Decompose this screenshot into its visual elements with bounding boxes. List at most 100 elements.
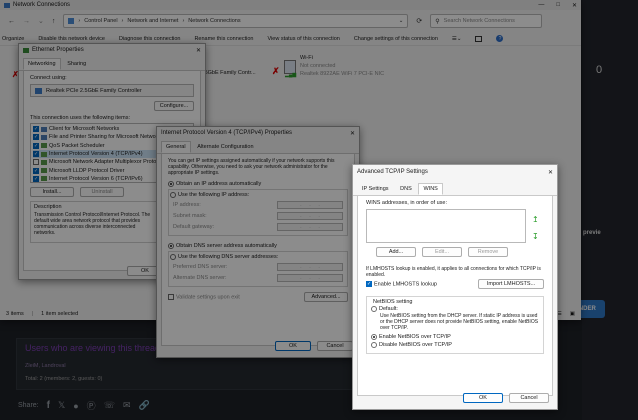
netbios-default-desc: Use NetBIOS setting from the DHCP server… [380,313,539,331]
explorer-title: Network Connections [13,2,71,8]
address-bar[interactable]: › Control Panel › Network and Internet ›… [63,14,409,28]
wifi-adapter[interactable]: ✗ ▂▄▆ Wi-Fi Not connected Realtek 8922AE… [272,54,384,78]
wifi-name: Wi-Fi [300,55,313,61]
alternate-dns-field[interactable]: . . . [277,273,343,282]
minimize-icon[interactable]: — [538,2,544,8]
ethernet-close-icon[interactable]: ✕ [196,47,201,54]
validate-checkbox[interactable]: Validate settings upon exit [168,293,240,300]
control-panel-icon [68,18,75,24]
help-icon[interactable]: ? [496,35,504,42]
tab-sharing[interactable]: Sharing [62,58,91,70]
wifi-device: Realtek 8922AE WiFi 7 PCI-E NIC [300,71,385,77]
whatsapp-icon[interactable]: ☏ [104,400,115,411]
maximize-icon[interactable]: □ [556,2,560,8]
enable-lmhosts-checkbox[interactable]: ✓ Enable LMHOSTS lookup [366,280,437,287]
move-down-icon[interactable]: ↧ [532,232,539,241]
breadcrumb-control-panel[interactable]: Control Panel [84,18,117,24]
configure-button[interactable]: Configure... [154,101,194,111]
tab-ip-settings[interactable]: IP Settings [357,183,394,195]
forward-icon[interactable]: → [23,18,30,25]
component-checkbox[interactable]: ✓ [33,167,39,174]
import-lmhosts-button[interactable]: Import LMHOSTS... [478,279,544,289]
wins-edit-button[interactable]: Edit... [422,247,462,257]
close-icon[interactable]: ✕ [572,2,577,9]
radio-manual-dns[interactable]: Use the following DNS server addresses: [170,253,343,261]
component-checkbox[interactable]: ✓ [33,151,39,158]
reddit-icon[interactable]: ● [73,401,78,411]
wins-add-button[interactable]: Add... [376,247,416,257]
address-dropdown-icon[interactable]: ⌄ [399,18,404,24]
pinterest-icon[interactable]: Ⓟ [87,399,96,412]
up-icon[interactable]: ↑ [52,18,56,25]
component-checkbox[interactable]: ✓ [33,126,39,133]
disable-device-button[interactable]: Disable this network device [38,36,105,42]
facebook-icon[interactable]: f [47,400,50,411]
component-checkbox[interactable]: ✓ [33,142,39,149]
radio-netbios-default[interactable]: Default: [371,305,539,313]
tiles-view-icon[interactable]: ▣ [570,311,575,317]
adv-ok-button[interactable]: OK [463,393,503,403]
description-text: Transmission Control Protocol/Internet P… [34,212,151,236]
install-button[interactable]: Install... [30,187,74,197]
organize-button[interactable]: Organize [2,36,24,42]
tab-general[interactable]: General [161,141,191,153]
uninstall-button[interactable]: Uninstall [80,187,124,197]
gateway-row: Default gateway: . . . [173,221,343,232]
component-label: Client for Microsoft Networks [49,126,120,133]
radio-manual-ip[interactable]: Use the following IP address: [170,191,343,199]
rename-button[interactable]: Rename this connection [194,36,253,42]
move-up-icon[interactable]: ↥ [532,215,539,224]
adapter-partial[interactable]: 2.5GbE Family Contr... [200,70,256,76]
radio-auto-dns[interactable]: Obtain DNS server address automatically [168,242,348,250]
tab-wins[interactable]: WINS [418,183,443,195]
refresh-icon[interactable]: ⟳ [416,17,422,25]
advanced-button[interactable]: Advanced... [304,292,348,302]
preview-pane-icon[interactable] [475,35,483,42]
ipv4-ok-button[interactable]: OK [275,341,311,351]
radio-netbios-disable[interactable]: Disable NetBIOS over TCP/IP [371,341,539,349]
ip-address-field[interactable]: . . . [277,200,343,209]
subnet-field[interactable]: . . . [277,211,343,220]
tab-networking[interactable]: Networking [23,58,61,70]
link-icon[interactable]: 🔗 [139,400,150,411]
breadcrumb-network-internet[interactable]: Network and Internet [127,18,178,24]
view-status-button[interactable]: View status of this connection [267,36,339,42]
forum-right-number: 0 [596,64,603,76]
adv-cancel-button[interactable]: Cancel [509,393,549,403]
gateway-field[interactable]: . . . [277,222,343,231]
diagnose-button[interactable]: Diagnose this connection [119,36,180,42]
viewers-heading: Users who are viewing this thread [25,343,161,353]
component-checkbox[interactable] [33,159,39,166]
forum-preview-link[interactable]: previe [583,230,601,236]
ipv4-cancel-button[interactable]: Cancel [317,341,353,351]
tab-dns[interactable]: DNS [395,183,417,195]
radio-auto-ip[interactable]: Obtain an IP address automatically [168,180,348,188]
netbios-group: NetBIOS setting Default: Use NetBIOS set… [366,296,544,354]
component-label: File and Printer Sharing for Microsoft N… [49,134,156,141]
search-box[interactable]: ⚲ Search Network Connections [430,14,543,28]
ipv4-close-icon[interactable]: ✕ [350,130,355,137]
wifi-status: Not connected [300,63,336,69]
ethernet-adapter-label: 2.5GbE Family Contr... [200,70,256,76]
wins-address-list[interactable] [366,209,526,243]
viewers-list[interactable]: ZleiM, Landroval [25,363,66,369]
component-label: Microsoft LLDP Protocol Driver [49,167,125,174]
email-icon[interactable]: ✉ [123,400,131,411]
twitter-icon[interactable]: 𝕏 [58,400,65,411]
ipv4-properties-dialog: Internet Protocol Version 4 (TCP/IPv4) P… [156,126,360,358]
ip-address-label: IP address: [173,201,201,208]
chevron-down-icon[interactable]: ⌄ [38,17,44,25]
share-label: Share: [18,402,39,409]
change-settings-button[interactable]: Change settings of this connection [354,36,438,42]
radio-netbios-enable[interactable]: Enable NetBIOS over TCP/IP [371,333,539,341]
breadcrumb-network-connections[interactable]: Network Connections [188,18,240,24]
back-icon[interactable]: ← [8,18,15,25]
view-options-icon[interactable]: ☰⌄ [452,36,462,42]
wins-remove-button[interactable]: Remove [468,247,508,257]
tab-alternate-configuration[interactable]: Alternate Configuration [192,141,258,153]
explorer-titlebar: Network Connections — □ ✕ [0,0,581,10]
preferred-dns-field[interactable]: . . . [277,262,343,271]
component-checkbox[interactable]: ✓ [33,175,39,182]
component-checkbox[interactable]: ✓ [33,134,39,141]
adv-close-icon[interactable]: ✕ [548,169,553,176]
